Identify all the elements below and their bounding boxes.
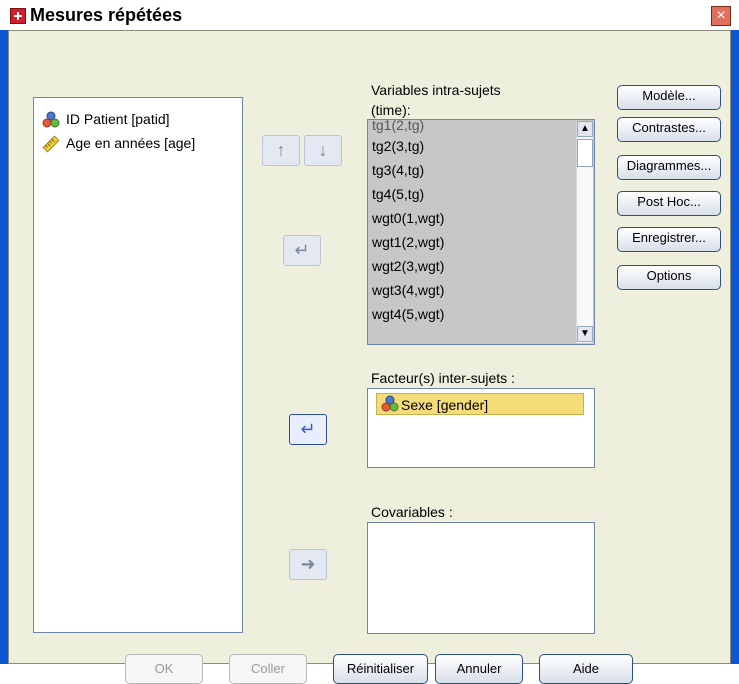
scroll-up-icon[interactable]: ▲ [577, 121, 593, 137]
cancel-button[interactable]: Annuler [435, 654, 523, 684]
add-between-button[interactable]: ↵ [289, 414, 327, 445]
ok-button[interactable]: OK [125, 654, 203, 684]
within-subjects-label: Variables intra-sujets [371, 82, 501, 98]
between-item-label: Sexe [gender] [401, 397, 489, 413]
reset-button[interactable]: Réinitialiser [333, 654, 428, 684]
covariates-label: Covariables : [371, 504, 453, 520]
scale-nominal-icon [42, 111, 60, 128]
options-button[interactable]: Options [617, 265, 721, 290]
dialog-content: ID Patient [patid] Age en années [age] V… [8, 30, 731, 684]
scroll-down-icon[interactable]: ▼ [577, 326, 593, 342]
within-item[interactable]: tg4(5,tg) [372, 185, 424, 203]
within-list-scrollbar[interactable]: ▲ ▼ [576, 121, 593, 343]
contrasts-button[interactable]: Contrastes... [617, 117, 721, 142]
plots-button[interactable]: Diagrammes... [617, 155, 721, 180]
model-button[interactable]: Modèle... [617, 85, 721, 110]
app-icon [10, 8, 26, 24]
move-back-button[interactable]: ↵ [283, 235, 321, 266]
within-item-partial[interactable]: tg1(2,tg) [372, 116, 424, 134]
move-down-button[interactable]: ↓ [304, 135, 342, 166]
close-icon[interactable]: × [711, 6, 731, 26]
between-subjects-label: Facteur(s) inter-sujets : [371, 370, 515, 386]
repeated-measures-window: Mesures répétées × ID Patient [patid] Ag… [0, 0, 739, 684]
within-subjects-list[interactable]: tg1(2,tg) tg2(3,tg) tg3(4,tg) tg4(5,tg) … [367, 116, 595, 345]
within-item[interactable]: wgt3(4,wgt) [372, 281, 444, 299]
save-button[interactable]: Enregistrer... [617, 227, 721, 252]
within-item[interactable]: wgt2(3,wgt) [372, 257, 444, 275]
help-button[interactable]: Aide [539, 654, 633, 684]
between-subjects-list[interactable]: Sexe [gender] [367, 388, 595, 468]
within-item[interactable]: tg2(3,tg) [372, 137, 424, 155]
post-hoc-button[interactable]: Post Hoc... [617, 191, 721, 216]
title-bar: Mesures répétées × [0, 0, 739, 30]
source-variable-list[interactable]: ID Patient [patid] Age en années [age] [33, 97, 243, 633]
within-item[interactable]: wgt1(2,wgt) [372, 233, 444, 251]
within-item[interactable]: tg3(4,tg) [372, 161, 424, 179]
source-item-label: ID Patient [patid] [66, 111, 170, 127]
scroll-thumb[interactable] [577, 139, 593, 167]
move-up-button[interactable]: ↑ [262, 135, 300, 166]
covariates-list[interactable] [367, 522, 595, 634]
window-title: Mesures répétées [30, 5, 183, 25]
paste-button[interactable]: Coller [229, 654, 307, 684]
add-covariate-button[interactable]: ➜ [289, 549, 327, 580]
within-item[interactable]: wgt0(1,wgt) [372, 209, 444, 227]
between-item-gender[interactable]: Sexe [gender] [376, 393, 584, 415]
within-item[interactable]: wgt4(5,wgt) [372, 305, 444, 323]
source-item-label: Age en années [age] [66, 135, 196, 151]
scale-nominal-icon [381, 395, 399, 412]
scale-ruler-icon [42, 135, 60, 153]
